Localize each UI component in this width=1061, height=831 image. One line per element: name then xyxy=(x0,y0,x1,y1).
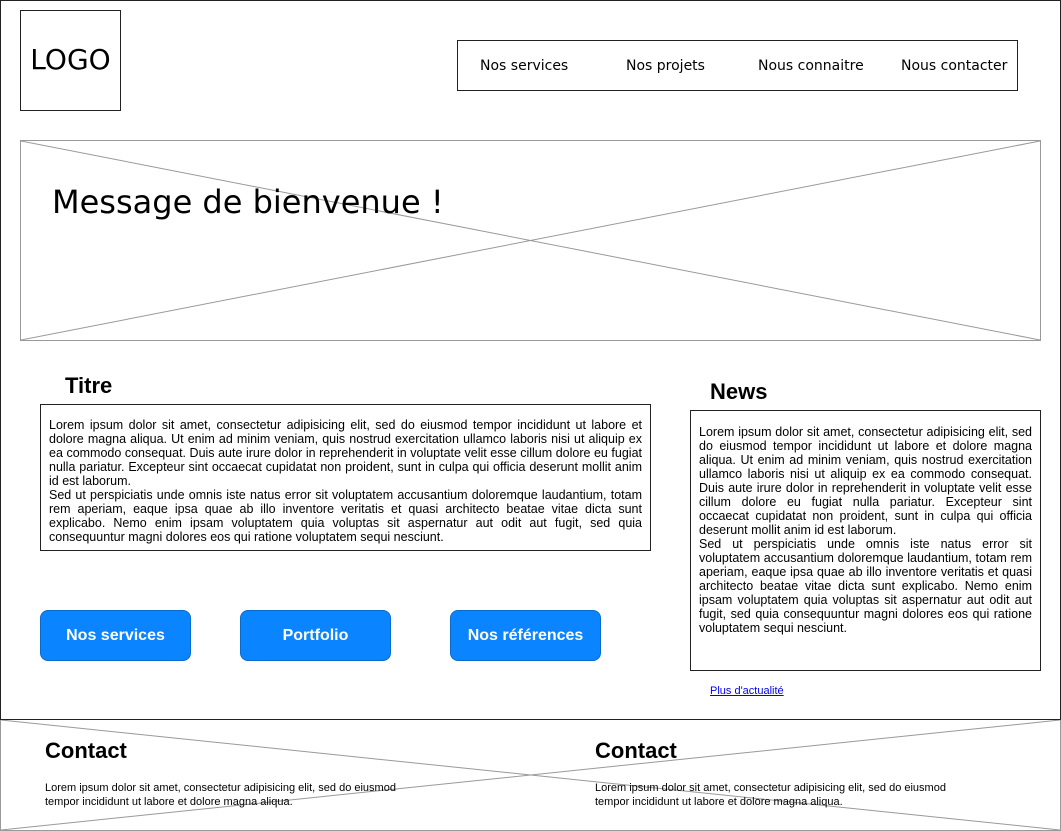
footer-placeholder xyxy=(0,720,1061,831)
logo-text: LOGO xyxy=(30,43,111,76)
placeholder-cross-icon xyxy=(21,141,1040,340)
contact-text: Lorem ipsum dolor sit amet, consectetur … xyxy=(45,782,396,808)
nav-item-services[interactable]: Nos services xyxy=(480,58,568,74)
nav-item-contact[interactable]: Nous contacter xyxy=(901,58,1007,74)
hero-image-placeholder xyxy=(20,140,1041,341)
contact-title: Contact xyxy=(45,738,127,763)
content-paragraph: Sed ut perspiciatis unde omnis iste natu… xyxy=(49,488,642,544)
news-paragraph: Sed ut perspiciatis unde omnis iste natu… xyxy=(699,537,1032,635)
services-button[interactable]: Nos services xyxy=(40,610,191,661)
main-nav: Nos services Nos projets Nous connaitre … xyxy=(457,40,1018,91)
nav-item-about[interactable]: Nous connaitre xyxy=(758,58,864,74)
portfolio-button[interactable]: Portfolio xyxy=(240,610,391,661)
welcome-message: Message de bienvenue ! xyxy=(52,183,444,221)
news-paragraph: Lorem ipsum dolor sit amet, consectetur … xyxy=(699,425,1032,537)
contact-title: Contact xyxy=(595,738,677,763)
contact-text: Lorem ipsum dolor sit amet, consectetur … xyxy=(595,782,946,808)
news-title: News xyxy=(710,379,768,404)
placeholder-cross-icon xyxy=(1,720,1060,830)
more-news-link[interactable]: Plus d'actualité xyxy=(710,685,784,697)
references-button[interactable]: Nos références xyxy=(450,610,601,661)
content-paragraph: Lorem ipsum dolor sit amet, consectetur … xyxy=(49,418,642,488)
news-textbox: Lorem ipsum dolor sit amet, consectetur … xyxy=(690,410,1041,671)
logo[interactable]: LOGO xyxy=(20,10,121,111)
content-textbox: Lorem ipsum dolor sit amet, consectetur … xyxy=(40,404,651,551)
nav-item-projects[interactable]: Nos projets xyxy=(626,58,705,74)
section-title: Titre xyxy=(65,373,113,398)
